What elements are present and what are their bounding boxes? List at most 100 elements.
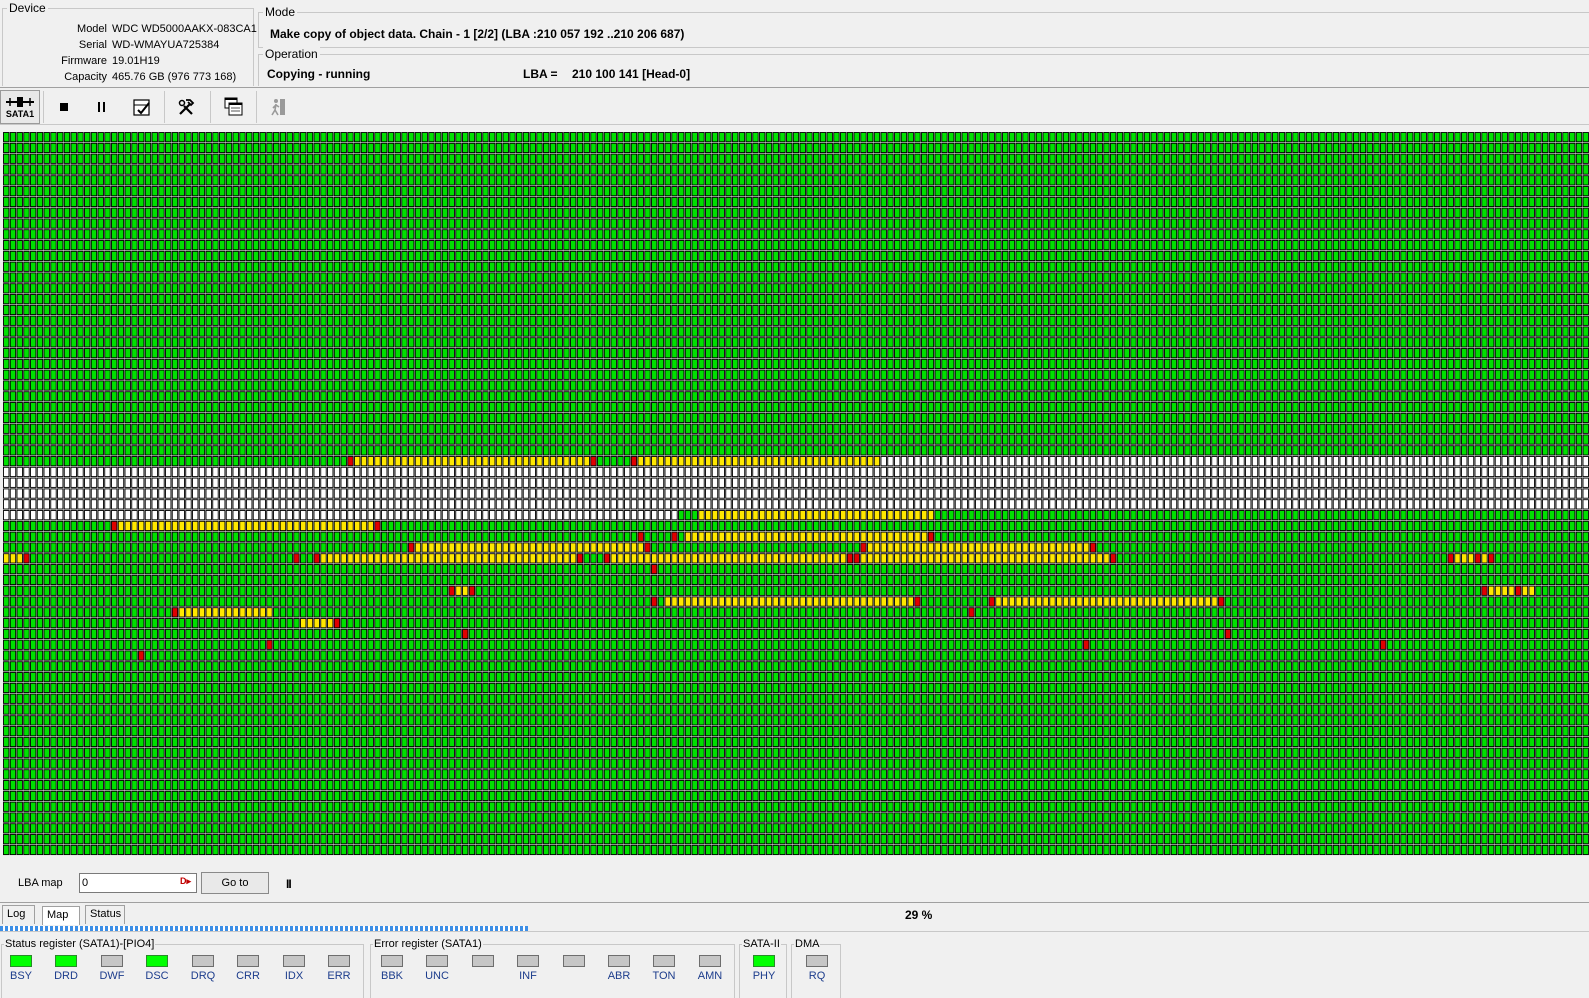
sector-block-ok[interactable] [1252, 305, 1257, 314]
sector-block-ok[interactable] [483, 197, 488, 206]
sector-block-ok[interactable] [989, 305, 994, 314]
sector-block-ok[interactable] [206, 316, 211, 325]
sector-block-ok[interactable] [1502, 208, 1507, 217]
sector-block-ok[interactable] [260, 219, 265, 228]
sector-block-ok[interactable] [422, 197, 427, 206]
sector-block-ok[interactable] [1455, 284, 1460, 293]
sector-block-ok[interactable] [1070, 327, 1075, 336]
sector-block-ok[interactable] [1543, 305, 1548, 314]
sector-block-ok[interactable] [1144, 241, 1149, 250]
sector-block-ok[interactable] [240, 327, 245, 336]
sector-block-ok[interactable] [1117, 251, 1122, 260]
sector-block-ok[interactable] [928, 295, 933, 304]
sector-block-ok[interactable] [942, 154, 947, 163]
sector-block-ok[interactable] [449, 316, 454, 325]
sector-block-ok[interactable] [159, 241, 164, 250]
sector-block-ok[interactable] [253, 338, 258, 347]
sector-block-ok[interactable] [1171, 133, 1176, 142]
sector-block-ok[interactable] [537, 165, 542, 174]
sector-block-ok[interactable] [1293, 327, 1298, 336]
sector-block-ok[interactable] [544, 349, 549, 358]
sector-block-ok[interactable] [672, 316, 677, 325]
sector-block-ok[interactable] [679, 219, 684, 228]
sector-block-ok[interactable] [1266, 219, 1271, 228]
sector-block-ok[interactable] [1536, 273, 1541, 282]
sector-block-ok[interactable] [1536, 305, 1541, 314]
sector-block-ok[interactable] [760, 143, 765, 152]
sector-block-ok[interactable] [496, 273, 501, 282]
sector-block-ok[interactable] [962, 305, 967, 314]
sector-block-ok[interactable] [841, 187, 846, 196]
sector-block-ok[interactable] [166, 251, 171, 260]
sector-block-ok[interactable] [1313, 338, 1318, 347]
sector-block-ok[interactable] [739, 273, 744, 282]
sector-block-ok[interactable] [490, 143, 495, 152]
sector-block-ok[interactable] [1347, 338, 1352, 347]
sector-block-ok[interactable] [631, 219, 636, 228]
sector-block-ok[interactable] [969, 133, 974, 142]
sector-block-ok[interactable] [753, 262, 758, 271]
sector-block-ok[interactable] [544, 251, 549, 260]
sector-block-ok[interactable] [881, 262, 886, 271]
sector-block-ok[interactable] [260, 295, 265, 304]
sector-block-ok[interactable] [895, 154, 900, 163]
sector-block-ok[interactable] [10, 208, 15, 217]
sector-block-ok[interactable] [699, 143, 704, 152]
sector-block-ok[interactable] [220, 338, 225, 347]
sector-block-ok[interactable] [1536, 262, 1541, 271]
sector-block-ok[interactable] [1408, 187, 1413, 196]
sector-block-ok[interactable] [199, 284, 204, 293]
sector-block-ok[interactable] [1090, 305, 1095, 314]
sector-block-ok[interactable] [483, 262, 488, 271]
sector-block-ok[interactable] [1414, 187, 1419, 196]
sector-block-ok[interactable] [166, 154, 171, 163]
sector-block-ok[interactable] [1138, 349, 1143, 358]
sector-block-ok[interactable] [1489, 208, 1494, 217]
sector-block-ok[interactable] [280, 273, 285, 282]
sector-block-ok[interactable] [118, 251, 123, 260]
sector-block-ok[interactable] [949, 143, 954, 152]
sector-block-ok[interactable] [1570, 305, 1575, 314]
sector-block-ok[interactable] [1529, 165, 1534, 174]
sector-block-ok[interactable] [159, 284, 164, 293]
sector-block-ok[interactable] [17, 316, 22, 325]
sector-block-ok[interactable] [969, 143, 974, 152]
sector-block-ok[interactable] [638, 273, 643, 282]
sector-block-ok[interactable] [1543, 143, 1548, 152]
sector-block-ok[interactable] [780, 273, 785, 282]
sector-block-ok[interactable] [591, 176, 596, 185]
sector-block-ok[interactable] [91, 338, 96, 347]
sector-block-ok[interactable] [193, 262, 198, 271]
sector-block-ok[interactable] [368, 154, 373, 163]
sector-block-ok[interactable] [847, 219, 852, 228]
sector-block-ok[interactable] [436, 241, 441, 250]
sector-block-ok[interactable] [679, 251, 684, 260]
sector-block-ok[interactable] [1543, 176, 1548, 185]
sector-block-ok[interactable] [861, 295, 866, 304]
sector-block-ok[interactable] [328, 133, 333, 142]
sector-block-ok[interactable] [1495, 251, 1500, 260]
sector-block-ok[interactable] [1205, 338, 1210, 347]
sector-block-ok[interactable] [1036, 230, 1041, 239]
sector-block-ok[interactable] [118, 359, 123, 368]
sector-block-ok[interactable] [1522, 273, 1527, 282]
sector-block-ok[interactable] [1252, 262, 1257, 271]
sector-block-ok[interactable] [213, 133, 218, 142]
sector-block-ok[interactable] [10, 241, 15, 250]
sector-block-ok[interactable] [1030, 176, 1035, 185]
sector-block-ok[interactable] [1327, 241, 1332, 250]
sector-block-ok[interactable] [382, 208, 387, 217]
sector-block-ok[interactable] [665, 273, 670, 282]
sector-block-ok[interactable] [834, 208, 839, 217]
sector-block-ok[interactable] [510, 197, 515, 206]
sector-block-ok[interactable] [1502, 349, 1507, 358]
sector-block-ok[interactable] [746, 208, 751, 217]
sector-block-ok[interactable] [1219, 176, 1224, 185]
sector-block-ok[interactable] [591, 251, 596, 260]
sector-block-ok[interactable] [807, 284, 812, 293]
sector-block-ok[interactable] [658, 284, 663, 293]
sector-block-ok[interactable] [186, 176, 191, 185]
sector-block-ok[interactable] [17, 219, 22, 228]
sector-block-ok[interactable] [1185, 273, 1190, 282]
sector-block-ok[interactable] [1030, 208, 1035, 217]
